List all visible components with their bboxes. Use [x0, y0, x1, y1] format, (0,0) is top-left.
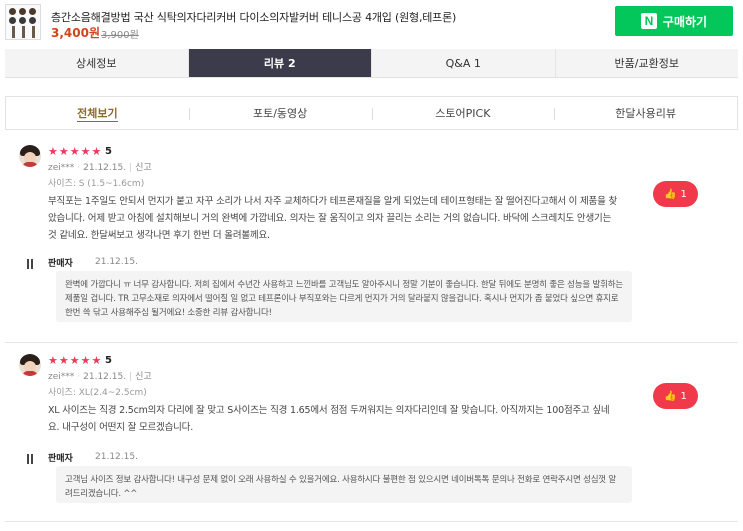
filter-store-pick[interactable]: 스토어PICK [371, 97, 555, 129]
review-meta: zei*** · 21.12.15. | 신고 [48, 163, 152, 173]
rating-score: 5 [105, 146, 112, 157]
rating-stars: ★ ★ ★ ★ ★ [48, 355, 101, 366]
seller-reply: 완벽에 가깝다니 ㅠ 너무 감사합니다. 저희 집에서 수년간 사용하고 느낀바… [56, 271, 632, 322]
filter-photo-video[interactable]: 포토/동영상 [188, 97, 372, 129]
buy-button-label: 구매하기 [662, 14, 708, 29]
like-count: 1 [680, 390, 687, 402]
filter-all[interactable]: 전체보기 [6, 97, 189, 129]
review-filter-tabs: 전체보기 포토/동영상 스토어PICK 한달사용리뷰 [5, 96, 738, 130]
product-thumbnail[interactable] [5, 4, 41, 40]
like-count: 1 [680, 188, 687, 200]
tab-return-exchange[interactable]: 반품/교환정보 [556, 49, 739, 77]
seller-reply-date: 21.12.15. [95, 257, 138, 267]
like-button[interactable]: 👍 1 [653, 181, 698, 207]
report-link[interactable]: 신고 [135, 372, 152, 382]
star-icon: ★ [48, 354, 58, 367]
star-icon: ★ [91, 354, 102, 367]
star-icon: ★ [91, 145, 102, 158]
review-text: 부직포는 1주일도 안되서 먼지가 붙고 자꾸 소리가 나서 자주 교체하다가 … [48, 196, 618, 241]
star-icon: ★ [48, 145, 58, 158]
review-meta: zei*** · 21.12.15. | 신고 [48, 372, 152, 382]
star-icon: ★ [58, 354, 69, 367]
rating-stars: ★ ★ ★ ★ ★ [48, 146, 101, 157]
filter-all-label: 전체보기 [77, 106, 118, 122]
seller-label: 판매자 [48, 454, 73, 464]
star-icon: ★ [69, 354, 80, 367]
review-divider [5, 521, 738, 522]
like-button[interactable]: 👍 1 [653, 383, 698, 409]
review-date: 21.12.15. [83, 163, 127, 173]
seller-reply: 고객님 사이즈 정보 감사합니다! 내구성 문제 없이 오래 사용하실 수 있을… [56, 466, 632, 503]
review-text: XL 사이즈는 직경 2.5cm의자 다리에 잘 맞고 S사이즈는 직경 1.6… [48, 405, 610, 433]
report-link[interactable]: 신고 [135, 163, 152, 173]
naver-logo-icon: N [640, 13, 657, 29]
avatar [19, 354, 41, 376]
rating-score: 5 [105, 355, 112, 366]
thumbs-up-icon: 👍 [664, 188, 677, 200]
tab-reviews[interactable]: 리뷰 2 [188, 49, 372, 77]
thumbs-up-icon: 👍 [664, 390, 677, 402]
seller-reply-date: 21.12.15. [95, 452, 138, 462]
reviewer-name: zei*** [48, 163, 75, 173]
product-price: 3,400원 [51, 26, 100, 40]
reviewer-name: zei*** [48, 372, 75, 382]
filter-month-use[interactable]: 한달사용리뷰 [554, 97, 737, 129]
star-icon: ★ [58, 145, 69, 158]
review-divider [5, 342, 738, 343]
star-icon: ★ [69, 145, 80, 158]
product-original-price: 3,900원 [101, 30, 139, 41]
filter-store-pick-label: 스토어PICK [435, 107, 491, 120]
star-icon: ★ [80, 145, 91, 158]
avatar [19, 145, 41, 167]
product-title: 층간소음해결방법 국산 식탁의자다리커버 다이소의자발커버 테니스공 4개입 (… [51, 11, 457, 24]
review-option: 사이즈: S (1.5~1.6cm) [48, 179, 145, 189]
buy-button[interactable]: N 구매하기 [615, 6, 733, 36]
tab-qna[interactable]: Q&A 1 [372, 49, 556, 77]
tab-detail[interactable]: 상세정보 [5, 49, 189, 77]
review-option: 사이즈: XL(2.4~2.5cm) [48, 388, 147, 398]
filter-month-use-label: 한달사용리뷰 [615, 107, 676, 120]
product-header: 층간소음해결방법 국산 식탁의자다리커버 다이소의자발커버 테니스공 4개입 (… [0, 0, 743, 44]
review-date: 21.12.15. [83, 372, 127, 382]
filter-photo-video-label: 포토/동영상 [252, 107, 308, 120]
seller-label: 판매자 [48, 259, 73, 269]
main-tabs: 상세정보 리뷰 2 Q&A 1 반품/교환정보 [5, 49, 738, 78]
star-icon: ★ [80, 354, 91, 367]
